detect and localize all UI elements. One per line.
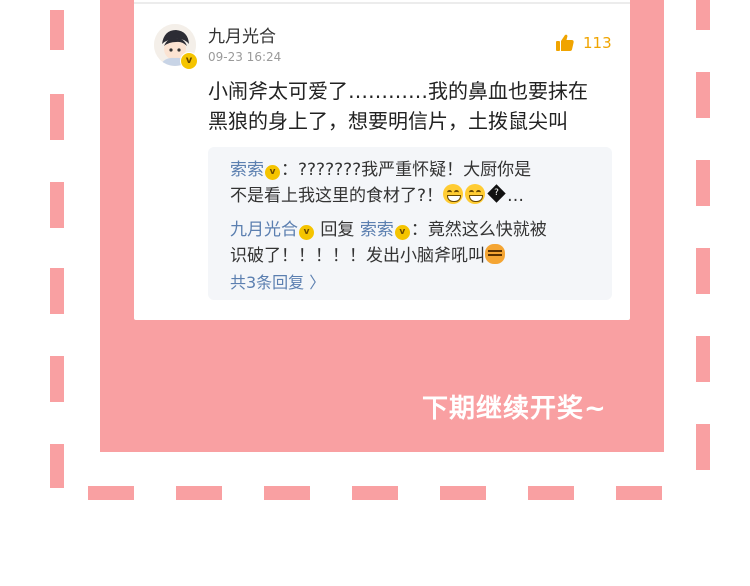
verified-badge-icon: v [180,52,198,70]
reply-ellipsis: … [507,186,525,206]
reply-to-username[interactable]: 索索 [360,220,394,240]
dashed-border-right [696,336,710,382]
reply-text: 识破了！！！！！发出小脑斧吼叫 [230,246,485,266]
reply-text: 竟然这么快就被 [427,220,547,240]
card-divider [134,2,630,4]
replies-box: 索索 v ：???????我严重怀疑！大厨你是 不是看上我这里的食材了?！?… 九月… [208,147,612,300]
reply-text: ???????我严重怀疑！大厨你是 [298,160,532,180]
dashed-border-right [696,0,710,30]
dashed-border-bottom [440,486,486,500]
reply-word: 回复 [315,220,360,240]
reply-line: 九月光合 v 回复 索索 v ：竟然这么快就被 [230,217,600,243]
dashed-border-left [50,268,64,314]
dashed-border-left [50,10,64,50]
verified-badge-icon: v [299,225,314,240]
dashed-border-left [50,182,64,228]
reply-separator: ： [281,160,298,180]
dashed-border-left [50,356,64,402]
dashed-border-bottom [352,486,398,500]
dashed-border-right [696,72,710,118]
reply-text: 不是看上我这里的食材了?！ [230,186,444,206]
dashed-border-left [50,444,64,488]
verified-badge-icon: v [265,165,280,180]
grinning-emoji-icon [465,184,486,204]
verified-badge-icon: v [394,225,410,240]
reply-separator: ： [410,220,428,240]
dashed-border-bottom [528,486,574,500]
dashed-border-left [50,94,64,140]
comment-text: 小闹斧太可爱了…………我的鼻血也要抹在 黑狼的身上了，想要明信片，土拨鼠尖叫 [208,76,608,136]
reply-username[interactable]: 九月光合 [230,220,298,240]
tiger-emoji-icon [485,244,505,264]
more-replies-link[interactable]: 共3条回复 〉 [230,269,325,293]
like-count: 113 [583,34,612,52]
reply-item[interactable]: 九月光合 v 回复 索索 v ：竟然这么快就被 识破了！！！！！发出小脑斧吼叫 [230,217,600,269]
unknown-glyph-icon: ? [487,184,506,203]
reply-item[interactable]: 索索 v ：???????我严重怀疑！大厨你是 不是看上我这里的食材了?！?… [230,157,600,209]
grinning-emoji-icon [443,184,464,204]
comment-line: 黑狼的身上了，想要明信片，土拨鼠尖叫 [208,109,568,133]
dashed-border-bottom [616,486,662,500]
reply-line: 索索 v ：???????我严重怀疑！大厨你是 [230,157,600,183]
reply-line: 识破了！！！！！发出小脑斧吼叫 [230,243,600,269]
dashed-border-bottom [88,486,134,500]
reply-username[interactable]: 索索 [230,160,264,180]
thumbs-up-icon [556,34,574,51]
like-button[interactable]: 113 [555,33,612,53]
dashed-border-bottom [264,486,310,500]
reply-line: 不是看上我这里的食材了?！?… [230,183,600,209]
dashed-border-bottom [176,486,222,500]
footer-caption: 下期继续开奖~ [422,394,607,424]
dashed-border-right [696,424,710,470]
dashed-border-right [696,160,710,206]
comment-username[interactable]: 九月光合 [208,22,276,47]
comment-timestamp: 09-23 16:24 [208,50,282,64]
dashed-border-right [696,248,710,294]
comment-line: 小闹斧太可爱了…………我的鼻血也要抹在 [208,79,588,103]
